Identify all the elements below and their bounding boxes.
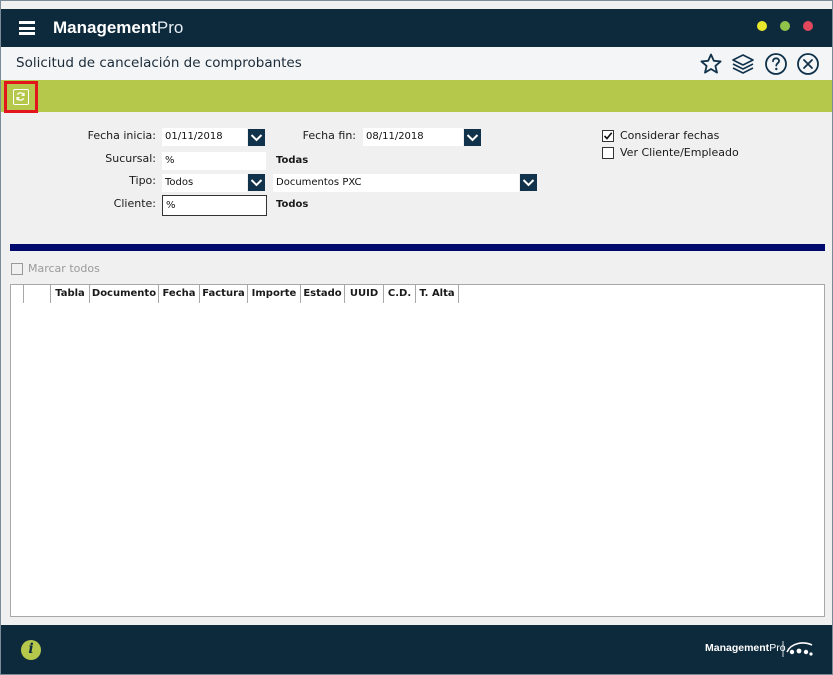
tipo-dropdown[interactable] (248, 174, 265, 191)
grid-col-talta[interactable]: T. Alta (416, 285, 459, 303)
grid-header: Tabla Documento Fecha Factura Importe Es… (11, 285, 459, 303)
grid-col-select[interactable] (24, 285, 51, 303)
brand-mark-icon (782, 641, 813, 657)
hamburger-icon[interactable] (19, 21, 35, 35)
considerar-fechas-checkbox[interactable] (602, 130, 614, 142)
grid-col-documento[interactable]: Documento (90, 285, 159, 303)
app-window: ManagementPro Solicitud de cancelación d… (0, 0, 833, 675)
fecha-fin-input[interactable]: 08/11/2018 (363, 128, 463, 146)
sucursal-label: Sucursal: (105, 152, 156, 165)
fecha-inicia-label: Fecha inicia: (87, 129, 156, 142)
close-icon[interactable] (796, 52, 820, 76)
ver-cliente-checkbox[interactable] (602, 147, 614, 159)
cliente-description: Todos (276, 199, 309, 210)
refresh-icon (13, 89, 29, 105)
footer-logo-bold: Management (705, 642, 770, 654)
app-title-light: Pro (156, 18, 184, 37)
title-bar: ManagementPro (1, 9, 832, 47)
footer-bar: i ManagementPro (1, 625, 832, 674)
grid-col-cd[interactable]: C.D. (384, 285, 416, 303)
minimize-button[interactable] (757, 21, 767, 31)
grid-col-factura[interactable]: Factura (200, 285, 248, 303)
fecha-inicia-input[interactable]: 01/11/2018 (162, 128, 247, 146)
refresh-button[interactable] (4, 81, 38, 113)
marcar-todos-label: Marcar todos (28, 262, 100, 275)
grid-col-fecha[interactable]: Fecha (159, 285, 200, 303)
grid-col-indicator[interactable] (11, 285, 24, 303)
action-toolbar (1, 80, 832, 112)
considerar-fechas-label: Considerar fechas (620, 129, 720, 142)
sucursal-input[interactable]: % (162, 152, 266, 170)
app-title-bold: Management (53, 18, 157, 37)
cliente-input[interactable]: % (162, 195, 267, 216)
fecha-fin-label: Fecha fin: (302, 129, 356, 142)
results-grid[interactable]: Tabla Documento Fecha Factura Importe Es… (10, 284, 825, 617)
page-title: Solicitud de cancelación de comprobantes (16, 55, 302, 71)
tipo-label: Tipo: (129, 174, 156, 187)
maximize-button[interactable] (780, 21, 790, 31)
section-divider (10, 244, 825, 251)
documentos-dropdown[interactable] (520, 174, 537, 191)
info-icon[interactable]: i (21, 640, 41, 660)
documentos-select[interactable]: Documentos PXC (273, 174, 519, 192)
fecha-inicia-dropdown[interactable] (248, 129, 265, 146)
marcar-todos-checkbox[interactable] (11, 263, 23, 275)
fecha-fin-dropdown[interactable] (464, 129, 481, 146)
tipo-select[interactable]: Todos (162, 174, 247, 192)
cliente-label: Cliente: (113, 197, 156, 210)
footer-logo: ManagementPro (705, 642, 786, 654)
help-icon[interactable] (764, 52, 788, 76)
layers-icon[interactable] (731, 52, 755, 76)
app-title: ManagementPro (53, 18, 183, 38)
ver-cliente-label: Ver Cliente/Empleado (620, 146, 739, 159)
grid-col-uuid[interactable]: UUID (345, 285, 384, 303)
window-close-button[interactable] (803, 21, 813, 31)
grid-col-importe[interactable]: Importe (248, 285, 301, 303)
star-icon[interactable] (699, 52, 723, 76)
grid-col-estado[interactable]: Estado (301, 285, 345, 303)
header-bar: Solicitud de cancelación de comprobantes (1, 47, 832, 80)
sucursal-description: Todas (276, 155, 309, 166)
grid-col-tabla[interactable]: Tabla (51, 285, 90, 303)
